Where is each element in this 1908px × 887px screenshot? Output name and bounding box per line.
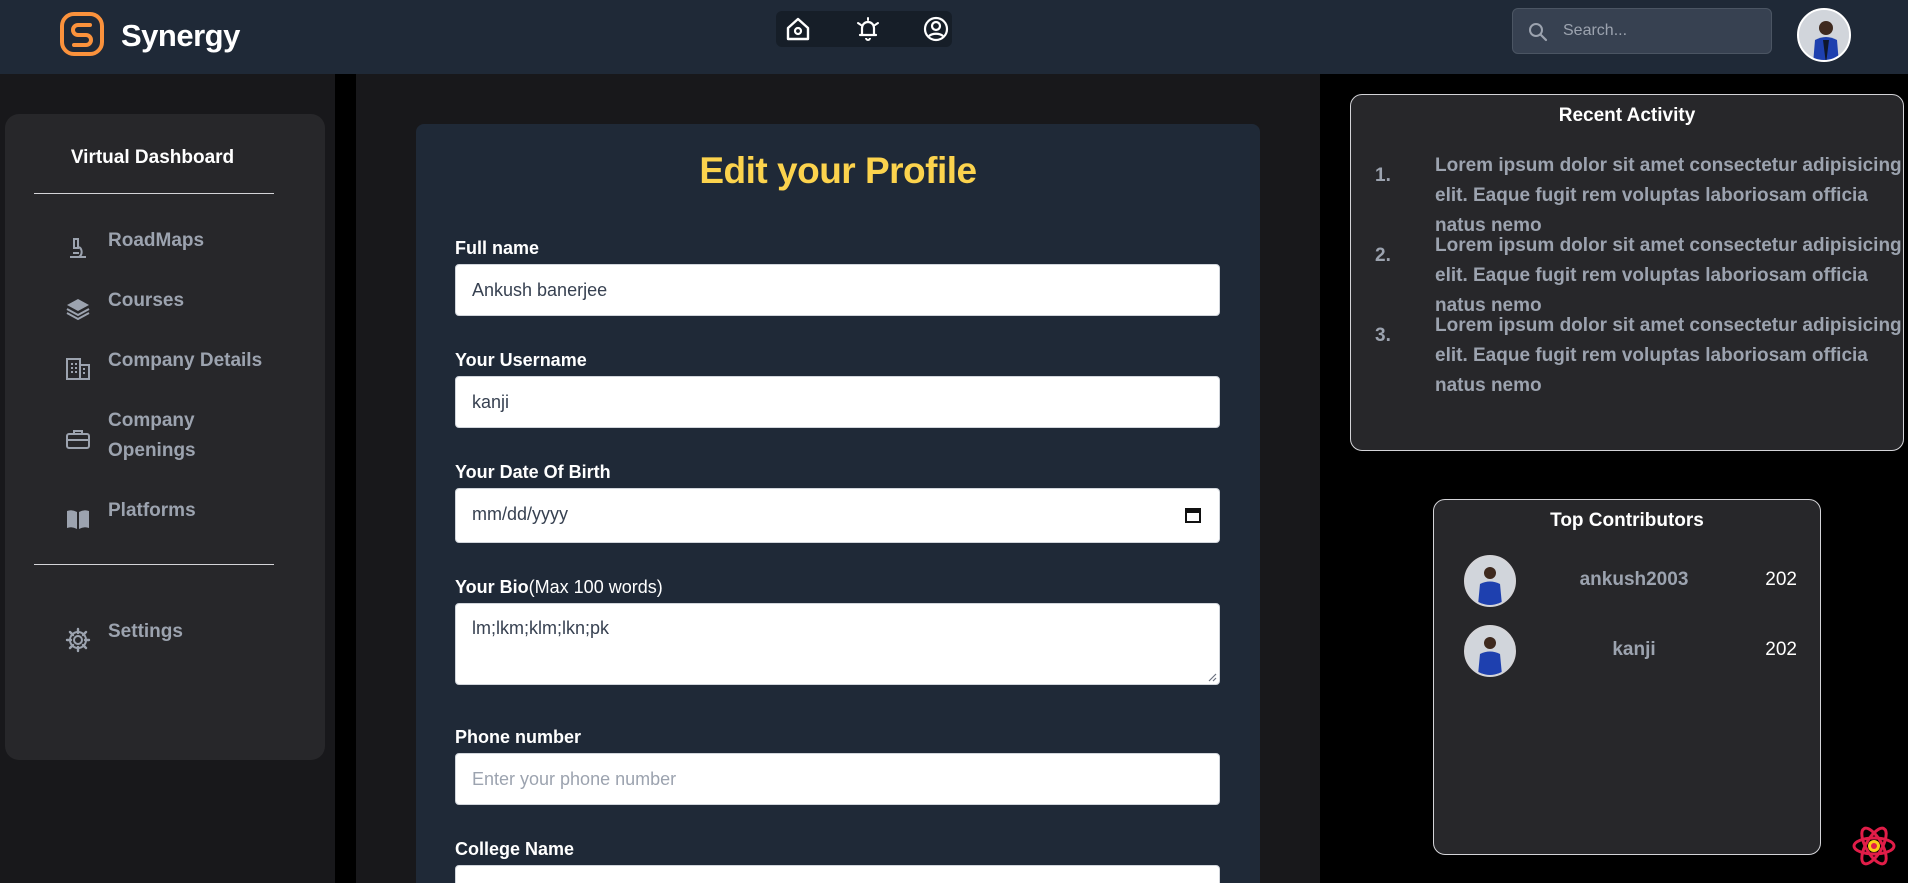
list-item-number: 3. [1375,325,1391,346]
top-header: Synergy [0,0,1908,74]
list-item-text: Lorem ipsum dolor sit amet consectetur a… [1435,235,1902,316]
main-content: Edit your Profile Full name Ankush baner… [356,74,1320,887]
dob-field[interactable]: mm/dd/yyyy [455,488,1220,543]
bio-hint: (Max 100 words) [528,577,663,597]
building-icon [66,358,90,380]
book-icon [67,510,89,529]
phone-label: Phone number [455,727,582,747]
bio-label: Your Bio(Max 100 words) [455,577,663,598]
search-input[interactable] [1563,9,1763,53]
sidebar-item-company-openings[interactable]: Company Openings [59,406,299,470]
synergy-logo-icon[interactable] [60,12,104,56]
gear-icon [65,627,91,653]
list-item-text: Lorem ipsum dolor sit amet consectetur a… [1435,315,1902,396]
bottom-edge [0,883,1908,887]
layers-icon [66,299,90,321]
form-title: Edit your Profile [699,150,977,191]
sidebar-item-platforms[interactable]: Platforms [59,496,299,540]
sidebar-item-label: Platforms [108,500,196,521]
top-contributors-panel: Top Contributors ankush2003 202 kanji 20… [1433,499,1821,855]
full-name-label: Full name [455,238,540,258]
brand-name[interactable]: Synergy [121,18,240,54]
briefcase-icon [66,430,90,449]
avatar [1464,625,1516,677]
recent-activity-title: Recent Activity [1558,105,1696,126]
microscope-icon [70,238,86,258]
search-icon [1529,23,1548,42]
sidebar-item-label: Courses [108,290,185,311]
resize-grip-icon[interactable] [1207,672,1217,682]
avatar [1464,555,1516,607]
top-nav [776,11,952,47]
list-item-text: Lorem ipsum dolor sit amet consectetur a… [1435,155,1902,236]
college-label: College Name [455,839,575,859]
react-devtools-icon[interactable] [1850,824,1898,868]
username-label: Your Username [455,350,587,370]
contributor-score: 202 [1765,639,1797,660]
list-item-number: 2. [1375,245,1391,266]
sidebar-divider [34,564,274,565]
bio-value: lm;lkm;klm;lkn;pk [472,618,610,638]
sidebar-item-label: Company Openings [108,410,196,461]
sidebar-item-label: Company Details [108,350,263,371]
sidebar-divider [34,193,274,194]
full-name-field[interactable]: Ankush banerjee [455,264,1220,316]
contributor-name: kanji [1612,639,1656,660]
sidebar-item-label: RoadMaps [108,230,205,251]
phone-field[interactable]: Enter your phone number [455,753,1220,805]
search-bar [1512,8,1772,54]
recent-activity-panel: Recent Activity 1. Lorem ipsum dolor sit… [1350,94,1904,451]
calendar-icon[interactable] [1183,505,1203,525]
contributor-row[interactable]: kanji 202 [1464,625,1804,677]
contributor-name: ankush2003 [1579,569,1689,590]
bio-textarea[interactable]: lm;lkm;klm;lkn;pk [455,603,1220,685]
avatar-image [1466,557,1514,605]
sidebar-item-settings[interactable]: Settings [59,617,299,661]
edit-profile-form: Edit your Profile Full name Ankush baner… [416,124,1260,887]
sidebar: Virtual Dashboard RoadMaps Courses Compa… [5,114,325,760]
contributor-row[interactable]: ankush2003 202 [1464,555,1804,607]
bio-label-text: Your Bio [455,577,529,597]
contributor-score: 202 [1765,569,1797,590]
dob-label: Your Date Of Birth [455,462,611,482]
dob-placeholder: mm/dd/yyyy [472,504,569,524]
profile-avatar[interactable] [1797,8,1851,62]
top-contributors-title: Top Contributors [1550,510,1704,531]
bell-icon[interactable] [854,15,882,43]
sidebar-title: Virtual Dashboard [70,147,235,168]
sidebar-item-label: Settings [108,621,183,642]
list-item-number: 1. [1375,165,1391,186]
home-icon[interactable] [784,15,812,43]
sidebar-item-courses[interactable]: Courses [59,286,299,330]
column-gutter [335,74,356,887]
sidebar-item-company-details[interactable]: Company Details [59,346,299,390]
avatar-image [1799,10,1849,60]
avatar-image [1466,627,1514,675]
user-icon[interactable] [922,15,950,43]
sidebar-item-roadmaps[interactable]: RoadMaps [59,226,299,270]
username-field[interactable]: kanji [455,376,1220,428]
